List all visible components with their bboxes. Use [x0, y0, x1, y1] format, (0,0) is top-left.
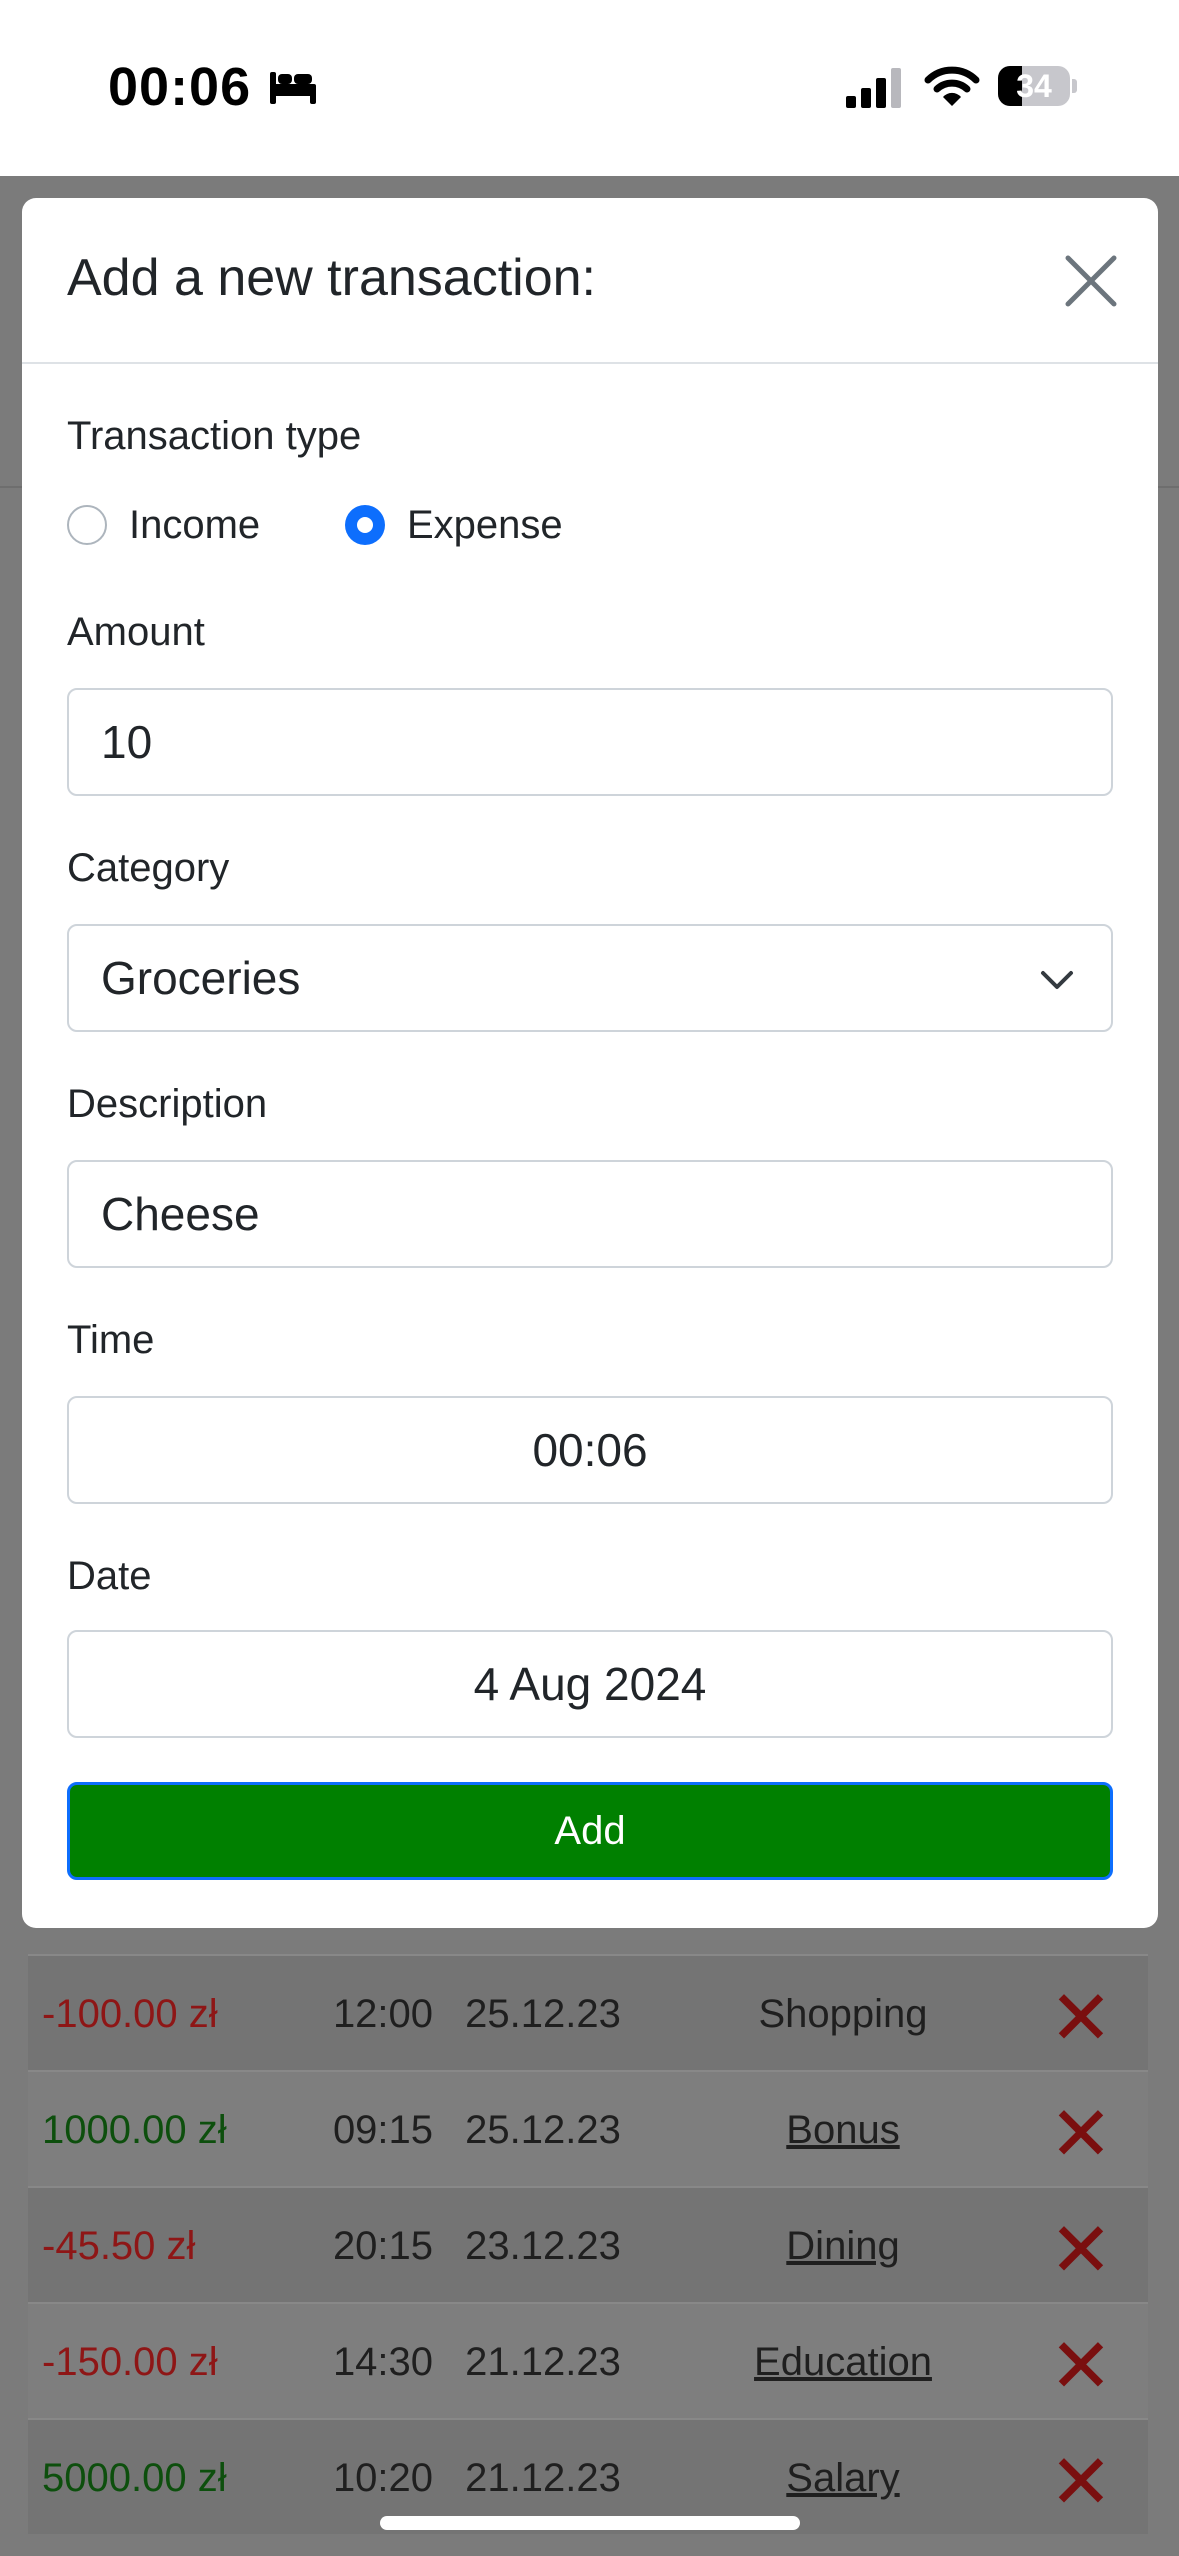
expense-radio[interactable]: Expense [345, 500, 605, 550]
expense-radio-circle[interactable] [345, 505, 385, 545]
table-row: -150.00 zł 14:30 21.12.23 Education ✕ [28, 2302, 1148, 2418]
transaction-time: 09:15 [332, 2108, 434, 2152]
table-row: -45.50 zł 20:15 23.12.23 Dining ✕ [28, 2186, 1148, 2302]
transaction-date: 23.12.23 [465, 2224, 621, 2268]
transaction-amount: 1000.00 zł [42, 2108, 227, 2152]
battery-icon: 34 [998, 66, 1078, 106]
transaction-category[interactable]: Bonus [668, 2072, 1018, 2188]
income-radio-circle[interactable] [67, 505, 107, 545]
delete-icon[interactable]: ✕ [1038, 2324, 1124, 2410]
table-row: -100.00 zł 12:00 25.12.23 Shopping ✕ [28, 1954, 1148, 2070]
add-transaction-modal: Add a new transaction: Transaction type … [22, 198, 1158, 1928]
transaction-category: Shopping [758, 1992, 928, 2036]
amount-input[interactable]: 10 [67, 688, 1113, 796]
date-input[interactable]: 4 Aug 2024 [67, 1630, 1113, 1738]
home-indicator [380, 2516, 800, 2530]
transaction-type-label: Transaction type [67, 414, 362, 458]
transaction-date: 21.12.23 [465, 2340, 621, 2384]
add-button[interactable]: Add [67, 1782, 1113, 1880]
transaction-amount: -45.50 zł [42, 2224, 196, 2268]
battery-body: 34 [998, 66, 1070, 106]
category-select-value: Groceries [101, 952, 301, 1004]
income-radio[interactable]: Income [67, 500, 297, 550]
description-input[interactable]: Cheese [67, 1160, 1113, 1268]
expense-radio-label: Expense [407, 503, 563, 547]
transaction-amount: -100.00 zł [42, 1992, 218, 2036]
battery-level: 34 [1016, 68, 1052, 104]
transaction-time: 14:30 [332, 2340, 434, 2384]
transactions-table: -100.00 zł 12:00 25.12.23 Shopping ✕ 1000.00 … [28, 1954, 1148, 2534]
transaction-amount: -150.00 zł [42, 2340, 218, 2384]
table-row: 1000.00 zł 09:15 25.12.23 Bonus ✕ [28, 2070, 1148, 2186]
category-select[interactable]: Groceries [67, 924, 1113, 1032]
delete-icon[interactable]: ✕ [1038, 1976, 1124, 2062]
transaction-amount: 5000.00 zł [42, 2456, 227, 2500]
delete-icon[interactable]: ✕ [1038, 2440, 1124, 2526]
modal-header: Add a new transaction: [22, 198, 1158, 364]
close-icon[interactable] [1062, 252, 1120, 310]
transaction-category[interactable]: Dining [668, 2188, 1018, 2304]
wifi-icon [924, 66, 980, 106]
category-label: Category [67, 846, 230, 890]
delete-icon[interactable]: ✕ [1038, 2208, 1124, 2294]
date-label: Date [67, 1554, 152, 1598]
battery-cap [1072, 79, 1077, 93]
chevron-down-icon [1041, 971, 1073, 989]
transaction-category[interactable]: Education [668, 2304, 1018, 2420]
status-bar: 00:06 34 [0, 0, 1179, 176]
description-label: Description [67, 1082, 268, 1126]
time-input[interactable]: 00:06 [67, 1396, 1113, 1504]
sleep-icon [270, 72, 316, 104]
delete-icon[interactable]: ✕ [1038, 2092, 1124, 2178]
income-radio-label: Income [129, 503, 261, 547]
status-time: 00:06 [108, 57, 252, 117]
transaction-time: 12:00 [332, 1992, 434, 2036]
signal-icon [846, 68, 901, 108]
transaction-date: 25.12.23 [465, 1992, 621, 2036]
time-label: Time [67, 1318, 155, 1362]
modal-title: Add a new transaction: [67, 249, 596, 307]
transaction-date: 25.12.23 [465, 2108, 621, 2152]
transaction-time: 20:15 [332, 2224, 434, 2268]
amount-label: Amount [67, 610, 205, 654]
